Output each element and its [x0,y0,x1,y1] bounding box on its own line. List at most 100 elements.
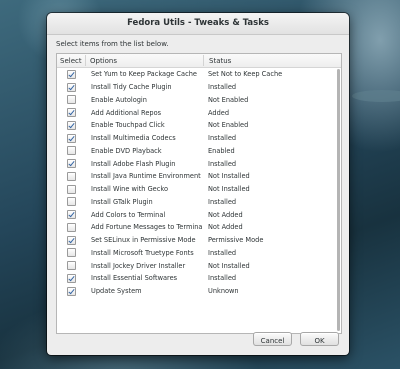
select-cell [57,82,86,92]
select-checkbox[interactable] [67,197,76,207]
option-label: Install Jockey Driver Installer [91,261,186,270]
select-cell [57,146,86,156]
ok-button[interactable]: OK [300,332,339,346]
select-cell [57,286,86,296]
option-label: Set SELinux in Permissive Mode [91,236,196,245]
list-item[interactable]: Add Colors to Terminal Not Added [57,208,341,221]
window-title: Fedora Utils - Tweaks & Tasks [47,13,349,35]
option-label: Update System [91,287,142,296]
select-cell [57,69,86,79]
column-header-select[interactable]: Select [57,57,85,65]
status-label: Added [208,108,230,117]
select-checkbox[interactable] [67,222,76,232]
status-label: Not Added [208,210,243,219]
dialog-buttons: Cancel OK [253,332,339,346]
select-checkbox[interactable] [67,261,76,271]
select-checkbox[interactable] [67,210,76,220]
status-label: Not Installed [208,185,250,194]
option-label: Enable Autologin [91,95,147,104]
status-label: Installed [208,248,237,257]
list-item[interactable]: Install Tidy Cache Plugin Installed [57,81,341,94]
select-checkbox[interactable] [67,120,76,130]
option-label: Add Colors to Terminal [91,210,166,219]
status-label: Installed [208,274,237,283]
option-label: Install Adobe Flash Plugin [91,159,176,168]
select-cell [57,197,86,207]
select-checkbox[interactable] [67,235,76,245]
option-label: Enable Touchpad Click [91,121,165,130]
list-item[interactable]: Install Jockey Driver Installer Not Insta… [57,259,341,272]
list-item[interactable]: Enable Touchpad Click Not Enabled [57,119,341,132]
select-cell [57,184,86,194]
list-item[interactable]: Install Essential Softwares Installed [57,272,341,285]
status-label: Not Enabled [208,121,249,130]
option-label: Install Wine with Gecko [91,185,168,194]
option-label: Add Fortune Messages to Terminal [91,223,203,232]
list-item[interactable]: Install GTalk Plugin Installed [57,196,341,209]
list-item[interactable]: Add Additional Repos Added [57,106,341,119]
scrollbar[interactable] [336,69,340,331]
list-item[interactable]: Add Fortune Messages to Terminal Not Adde… [57,221,341,234]
cancel-button[interactable]: Cancel [253,332,292,346]
status-label: Not Installed [208,261,250,270]
list-item[interactable]: Set Yum to Keep Package Cache Set Not to … [57,68,341,81]
tweaks-dialog: Fedora Utils - Tweaks & Tasks Select ite… [47,13,349,355]
list-item[interactable]: Install Wine with Gecko Not Installed [57,183,341,196]
option-label: Install Essential Softwares [91,274,178,283]
status-label: Enabled [208,146,235,155]
column-header-options[interactable]: Options [86,57,203,65]
instruction-text: Select items from the list below. [56,40,169,48]
select-cell [57,133,86,143]
select-checkbox[interactable] [67,248,76,258]
select-checkbox[interactable] [67,273,76,283]
status-label: Set Not to Keep Cache [208,70,283,79]
select-checkbox[interactable] [67,108,76,118]
list-item[interactable]: Install Java Runtime Environment Not Inst… [57,170,341,183]
select-cell [57,235,86,245]
status-label: Installed [208,159,237,168]
select-cell [57,95,86,105]
select-checkbox[interactable] [67,146,76,156]
option-label: Set Yum to Keep Package Cache [91,70,197,79]
list-item[interactable]: Update System Unknown [57,285,341,298]
select-checkbox[interactable] [67,171,76,181]
column-header-status[interactable]: Status [204,57,341,65]
list-item[interactable]: Install Adobe Flash Plugin Installed [57,157,341,170]
list-item[interactable]: Enable DVD Playback Enabled [57,145,341,158]
option-label: Enable DVD Playback [91,146,162,155]
select-checkbox[interactable] [67,69,76,79]
status-label: Not Added [208,223,243,232]
list-item[interactable]: Install Microsoft Truetype Fonts Installe… [57,247,341,260]
select-cell [57,248,86,258]
list-rows: Set Yum to Keep Package Cache Set Not to … [57,68,341,298]
select-cell [57,108,86,118]
scrollbar-thumb[interactable] [337,69,340,331]
option-label: Install Java Runtime Environment [91,172,201,181]
status-label: Not Enabled [208,95,249,104]
wallpaper-ufo-shape [352,90,400,102]
option-label: Install Microsoft Truetype Fonts [91,248,194,257]
status-label: Unknown [208,287,239,296]
option-label: Install Tidy Cache Plugin [91,83,172,92]
select-checkbox[interactable] [67,133,76,143]
option-label: Add Additional Repos [91,108,162,117]
list-header: Select Options Status [57,54,341,68]
list-item[interactable]: Set SELinux in Permissive Mode Permissive… [57,234,341,247]
select-checkbox[interactable] [67,184,76,194]
list-item[interactable]: Install Multimedia Codecs Installed [57,132,341,145]
status-label: Installed [208,83,237,92]
list-item[interactable]: Enable Autologin Not Enabled [57,94,341,107]
select-checkbox[interactable] [67,82,76,92]
select-cell [57,210,86,220]
select-checkbox[interactable] [67,286,76,296]
option-label: Install GTalk Plugin [91,197,153,206]
select-cell [57,159,86,169]
select-cell [57,273,86,283]
status-label: Not Installed [208,172,250,181]
status-label: Permissive Mode [208,236,264,245]
status-label: Installed [208,197,237,206]
select-cell [57,120,86,130]
select-checkbox[interactable] [67,159,76,169]
select-checkbox[interactable] [67,95,76,105]
option-label: Install Multimedia Codecs [91,134,176,143]
